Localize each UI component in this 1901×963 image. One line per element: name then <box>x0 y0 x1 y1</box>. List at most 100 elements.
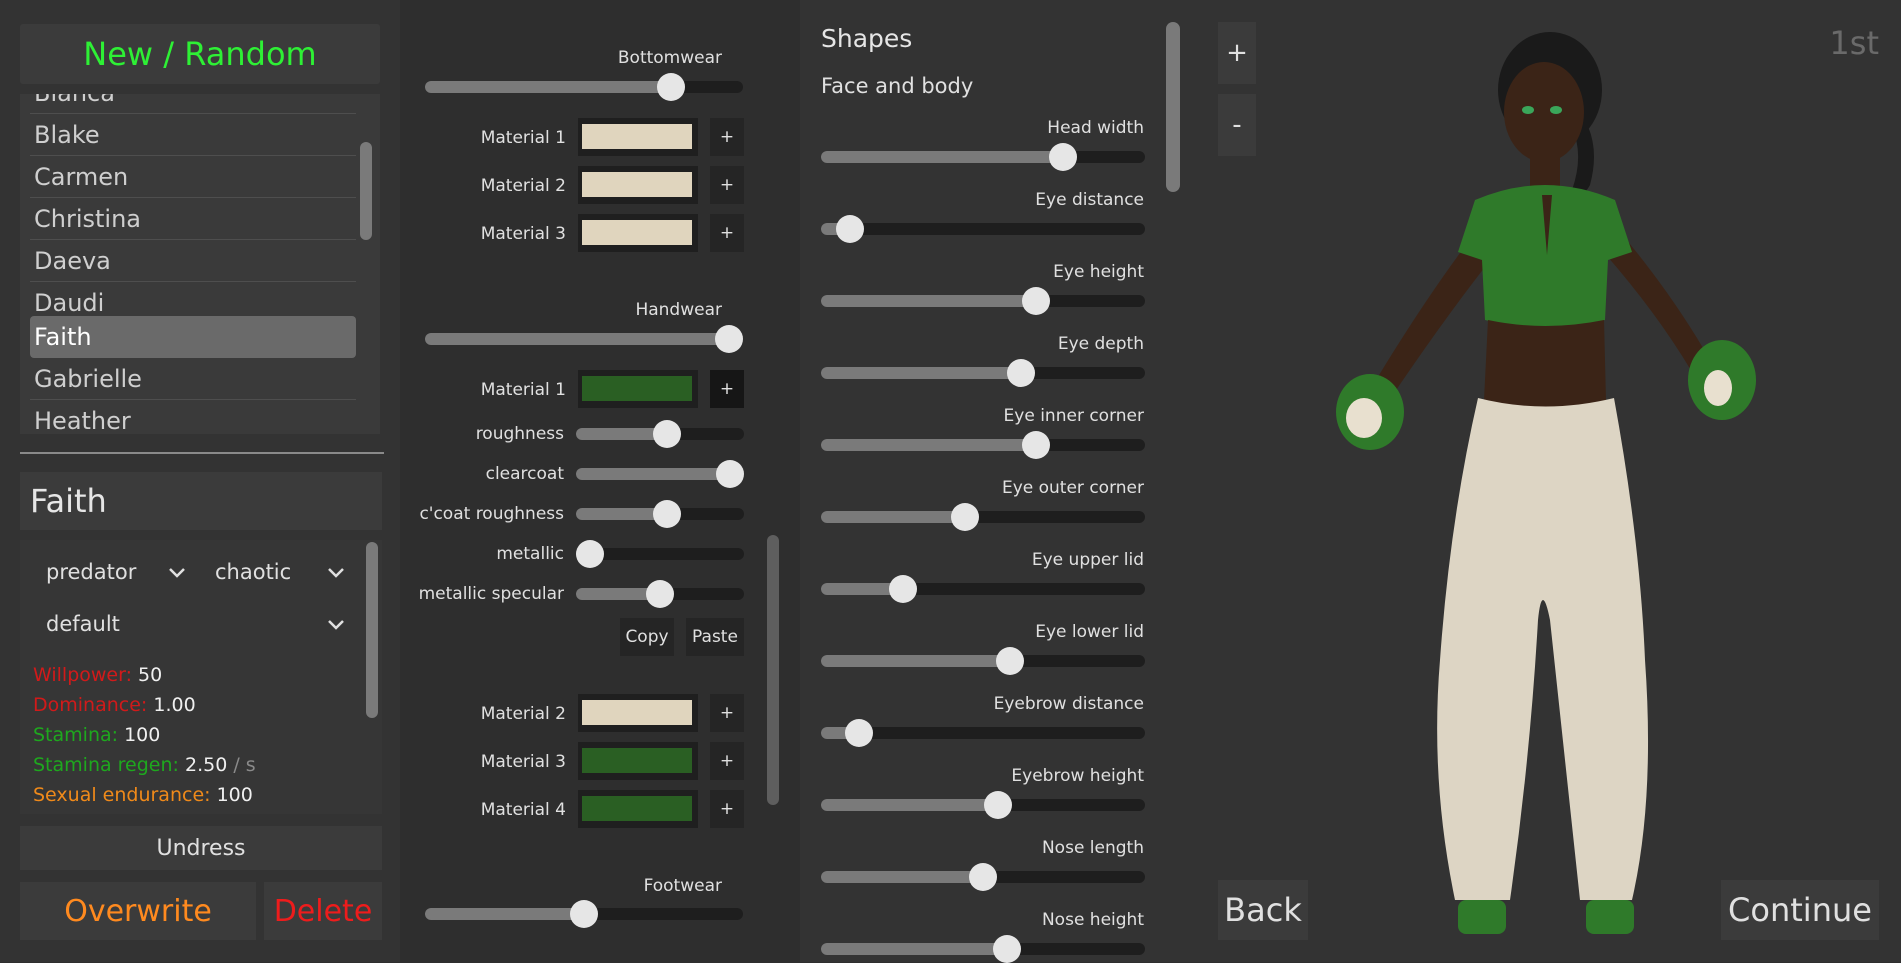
slider-fill <box>821 655 1010 667</box>
shape-slider[interactable] <box>821 791 1145 819</box>
stats-scrollbar[interactable] <box>366 542 378 718</box>
bottom-material1-swatch[interactable] <box>578 118 698 156</box>
camera-mode-label[interactable]: 1st <box>1829 24 1879 62</box>
list-item[interactable]: Heather <box>30 400 356 434</box>
overwrite-button[interactable]: Overwrite <box>20 882 256 940</box>
add-material-button[interactable]: + <box>710 694 744 732</box>
slider-knob[interactable] <box>653 500 681 528</box>
list-item[interactable]: Daeva <box>30 240 356 282</box>
continue-button[interactable]: Continue <box>1721 880 1879 940</box>
clearcoat-slider[interactable] <box>576 460 744 488</box>
hand-material3-swatch[interactable] <box>578 742 698 780</box>
hand-material2-swatch[interactable] <box>578 694 698 732</box>
alignment-select[interactable]: chaotic <box>205 552 355 592</box>
stat-label: Sexual endurance: <box>33 784 211 806</box>
hand-material1-swatch[interactable] <box>578 370 698 408</box>
list-item[interactable]: Gabrielle <box>30 358 356 400</box>
slider-knob[interactable] <box>646 580 674 608</box>
zoom-out-button[interactable]: - <box>1218 94 1256 156</box>
add-material-button[interactable]: + <box>710 166 744 204</box>
list-item[interactable]: Blake <box>30 114 356 156</box>
paste-button[interactable]: Paste <box>686 618 744 656</box>
shape-slider[interactable] <box>821 215 1145 243</box>
roughness-slider[interactable] <box>576 420 744 448</box>
delete-button[interactable]: Delete <box>264 882 382 940</box>
shape-slider[interactable] <box>821 359 1145 387</box>
bottom-material2-swatch[interactable] <box>578 166 698 204</box>
stat-value: 50 <box>138 664 163 686</box>
add-material-button[interactable]: + <box>710 214 744 252</box>
stat-label: Willpower: <box>33 664 132 686</box>
list-item[interactable]: Bianca <box>30 94 356 114</box>
stat-sexual-endurance: Sexual endurance: 100 <box>33 784 253 806</box>
list-item-selected[interactable]: Faith <box>30 316 356 358</box>
add-material-button[interactable]: + <box>710 118 744 156</box>
character-name-field[interactable]: Faith <box>20 472 382 530</box>
character-name-list[interactable]: Bianca Blake Carmen Christina Daeva Daud… <box>20 94 380 434</box>
copy-button[interactable]: Copy <box>620 618 674 656</box>
material-label: Material 2 <box>480 176 566 196</box>
add-material-button[interactable]: + <box>710 742 744 780</box>
shape-slider[interactable] <box>821 647 1145 675</box>
shape-slider[interactable] <box>821 863 1145 891</box>
list-item[interactable]: Carmen <box>30 156 356 198</box>
slider-knob[interactable] <box>653 420 681 448</box>
hand-material4-swatch[interactable] <box>578 790 698 828</box>
shape-slider[interactable] <box>821 503 1145 531</box>
clothing-scrollbar[interactable] <box>767 535 779 805</box>
material-label: Material 2 <box>480 704 566 724</box>
handwear-slider[interactable] <box>425 325 743 353</box>
slider-fill <box>821 943 1007 955</box>
slider-knob[interactable] <box>969 863 997 891</box>
shape-slider-label: Eye depth <box>1057 334 1144 354</box>
shape-slider-label: Nose height <box>1041 910 1144 930</box>
collapse-material-button[interactable]: + <box>710 370 744 408</box>
list-item[interactable]: Christina <box>30 198 356 240</box>
new-random-button[interactable]: New / Random <box>20 24 380 84</box>
shape-slider[interactable] <box>821 719 1145 747</box>
shape-slider[interactable] <box>821 935 1145 963</box>
slider-knob[interactable] <box>1049 143 1077 171</box>
metallic-slider[interactable] <box>576 540 744 568</box>
slider-knob[interactable] <box>984 791 1012 819</box>
footwear-slider[interactable] <box>425 900 743 928</box>
slider-knob[interactable] <box>716 460 744 488</box>
character-viewport[interactable]: + - 1st Back Continue <box>1200 0 1901 962</box>
undress-button[interactable]: Undress <box>20 826 382 870</box>
clearcoat-roughness-slider[interactable] <box>576 500 744 528</box>
add-material-button[interactable]: + <box>710 790 744 828</box>
shape-slider[interactable] <box>821 143 1145 171</box>
slider-knob[interactable] <box>993 935 1021 963</box>
stat-value: 100 <box>124 724 161 746</box>
slider-knob[interactable] <box>576 540 604 568</box>
shape-slider-label: Eye height <box>1053 262 1144 282</box>
slider-knob[interactable] <box>1022 287 1050 315</box>
slider-knob[interactable] <box>889 575 917 603</box>
bottom-material3-swatch[interactable] <box>578 214 698 252</box>
zoom-in-button[interactable]: + <box>1218 22 1256 84</box>
shape-slider[interactable] <box>821 575 1145 603</box>
back-button[interactable]: Back <box>1218 880 1308 940</box>
shapes-scrollbar[interactable] <box>1166 22 1180 192</box>
personality-select[interactable]: predator <box>36 552 196 592</box>
slider-knob[interactable] <box>836 215 864 243</box>
slider-knob[interactable] <box>715 325 743 353</box>
divider <box>20 452 384 454</box>
slider-knob[interactable] <box>570 900 598 928</box>
property-label: roughness <box>475 424 564 444</box>
name-list-scrollbar[interactable] <box>360 142 372 240</box>
slider-knob[interactable] <box>845 719 873 747</box>
bottomwear-slider[interactable] <box>425 73 743 101</box>
slider-knob[interactable] <box>951 503 979 531</box>
slider-knob[interactable] <box>657 73 685 101</box>
slider-knob[interactable] <box>1022 431 1050 459</box>
shape-slider[interactable] <box>821 431 1145 459</box>
preset-select[interactable]: default <box>36 604 355 644</box>
shape-slider[interactable] <box>821 287 1145 315</box>
slider-knob[interactable] <box>1007 359 1035 387</box>
character-model[interactable] <box>1260 20 1820 960</box>
slider-fill <box>425 81 671 93</box>
slider-knob[interactable] <box>996 647 1024 675</box>
slider-fill <box>821 151 1063 163</box>
metallic-specular-slider[interactable] <box>576 580 744 608</box>
